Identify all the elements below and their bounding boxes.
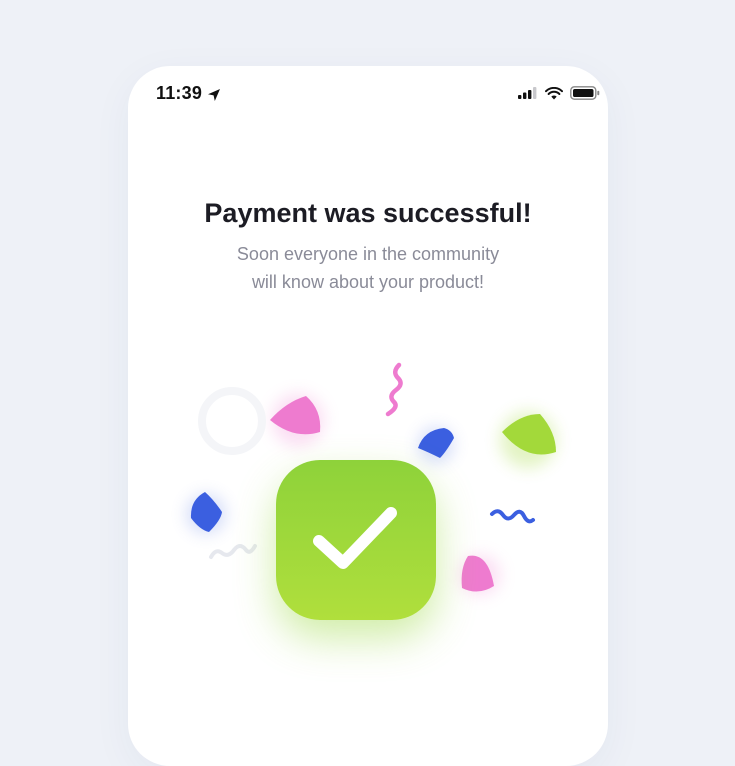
- success-subtitle: Soon everyone in the community will know…: [128, 240, 608, 296]
- success-content: Payment was successful! Soon everyone in…: [128, 194, 608, 296]
- status-time: 11:39: [156, 83, 203, 103]
- checkmark-icon: [313, 507, 397, 569]
- confetti-blue-squiggle: [490, 509, 535, 524]
- success-check-tile: [276, 460, 436, 620]
- confetti-blue-shape-2: [190, 492, 222, 532]
- battery-icon: [570, 86, 600, 100]
- confetti-blue-shape: [418, 428, 454, 458]
- location-arrow-icon: [208, 88, 221, 101]
- status-time-group: 11:39: [156, 83, 221, 104]
- subtitle-line-1: Soon everyone in the community: [236, 244, 500, 264]
- phone-screen: 11:39 Payment was successful! Soon every…: [128, 66, 608, 766]
- confetti-pink-shape: [270, 396, 321, 435]
- confetti-pink-shape-2: [461, 555, 494, 592]
- status-bar: 11:39: [128, 66, 608, 126]
- cellular-signal-icon: [518, 87, 537, 99]
- confetti-ring-shape: [198, 387, 266, 455]
- confetti-illustration: [186, 362, 556, 595]
- status-icons: [518, 86, 600, 100]
- subtitle-line-2: will know about your product!: [251, 272, 485, 292]
- confetti-pink-squiggle: [385, 362, 403, 417]
- confetti-gray-squiggle: [209, 544, 257, 559]
- confetti-lime-shape: [502, 414, 556, 455]
- wifi-icon: [545, 86, 563, 99]
- success-title: Payment was successful!: [204, 198, 532, 228]
